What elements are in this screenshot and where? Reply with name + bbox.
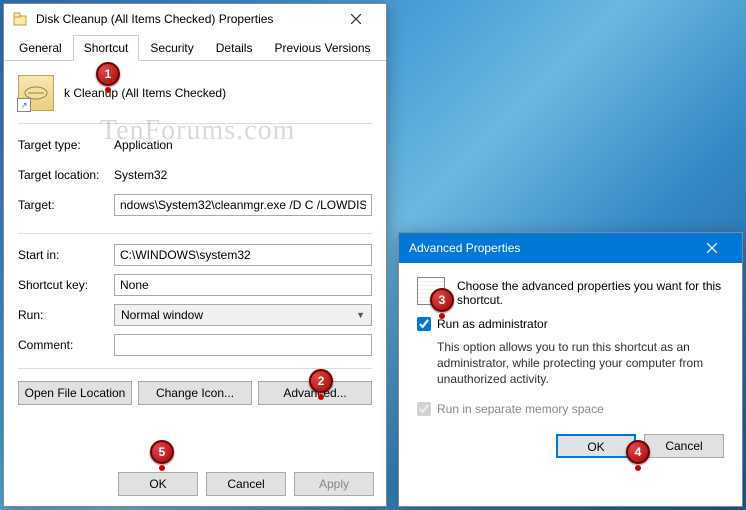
separate-memory-checkbox <box>417 402 431 416</box>
chevron-down-icon: ▼ <box>356 310 365 320</box>
start-in-input[interactable] <box>114 244 372 266</box>
tab-strip: General Shortcut Security Details Previo… <box>4 33 386 61</box>
target-input[interactable] <box>114 194 372 216</box>
target-label: Target: <box>18 198 114 212</box>
target-type-label: Target type: <box>18 138 114 152</box>
run-as-admin-description: This option allows you to run this short… <box>437 339 724 388</box>
shortcut-key-label: Shortcut key: <box>18 278 114 292</box>
shortcut-arrow-icon: ↗ <box>17 98 31 112</box>
open-file-location-button[interactable]: Open File Location <box>18 381 132 405</box>
close-icon[interactable] <box>334 4 378 34</box>
run-select[interactable]: Normal window ▼ <box>114 304 372 326</box>
properties-titlebar[interactable]: Disk Cleanup (All Items Checked) Propert… <box>4 4 386 34</box>
tab-content-shortcut: ↗ k Cleanup (All Items Checked) Target t… <box>4 61 386 411</box>
advanced-cancel-button[interactable]: Cancel <box>644 434 724 458</box>
tab-previous-versions[interactable]: Previous Versions <box>263 35 381 60</box>
properties-ok-button[interactable]: OK <box>118 472 198 496</box>
dialog-icon <box>12 11 28 27</box>
shortcut-key-input[interactable] <box>114 274 372 296</box>
advanced-button[interactable]: Advanced... <box>258 381 372 405</box>
desktop-background: Disk Cleanup (All Items Checked) Propert… <box>0 0 746 510</box>
shortcut-target-icon: ↗ <box>18 75 54 111</box>
run-as-admin-label: Run as administrator <box>437 317 548 331</box>
advanced-body: Choose the advanced properties you want … <box>399 263 742 472</box>
shortcut-name: k Cleanup (All Items Checked) <box>64 86 226 100</box>
properties-apply-button[interactable]: Apply <box>294 472 374 496</box>
tab-details[interactable]: Details <box>205 35 264 60</box>
close-icon[interactable] <box>690 233 734 263</box>
change-icon-button[interactable]: Change Icon... <box>138 381 252 405</box>
comment-label: Comment: <box>18 338 114 352</box>
run-label: Run: <box>18 308 114 322</box>
tab-shortcut[interactable]: Shortcut <box>73 35 140 61</box>
advanced-properties-dialog: Advanced Properties Choose the advanced … <box>398 232 743 507</box>
start-in-label: Start in: <box>18 248 114 262</box>
properties-dialog: Disk Cleanup (All Items Checked) Propert… <box>3 3 387 507</box>
target-location-value: System32 <box>114 168 372 182</box>
properties-bottom-buttons: OK Cancel Apply <box>4 462 386 506</box>
advanced-ok-button[interactable]: OK <box>556 434 636 458</box>
advanced-titlebar[interactable]: Advanced Properties <box>399 233 742 263</box>
properties-cancel-button[interactable]: Cancel <box>206 472 286 496</box>
comment-input[interactable] <box>114 334 372 356</box>
tab-general[interactable]: General <box>8 35 73 60</box>
advanced-header-text: Choose the advanced properties you want … <box>457 277 724 307</box>
advanced-title: Advanced Properties <box>407 241 690 255</box>
target-location-label: Target location: <box>18 168 114 182</box>
tab-security[interactable]: Security <box>139 35 204 60</box>
properties-title: Disk Cleanup (All Items Checked) Propert… <box>34 12 334 26</box>
document-icon <box>417 277 445 305</box>
run-as-admin-checkbox[interactable] <box>417 317 431 331</box>
separate-memory-label: Run in separate memory space <box>437 402 604 416</box>
target-type-value: Application <box>114 138 372 152</box>
